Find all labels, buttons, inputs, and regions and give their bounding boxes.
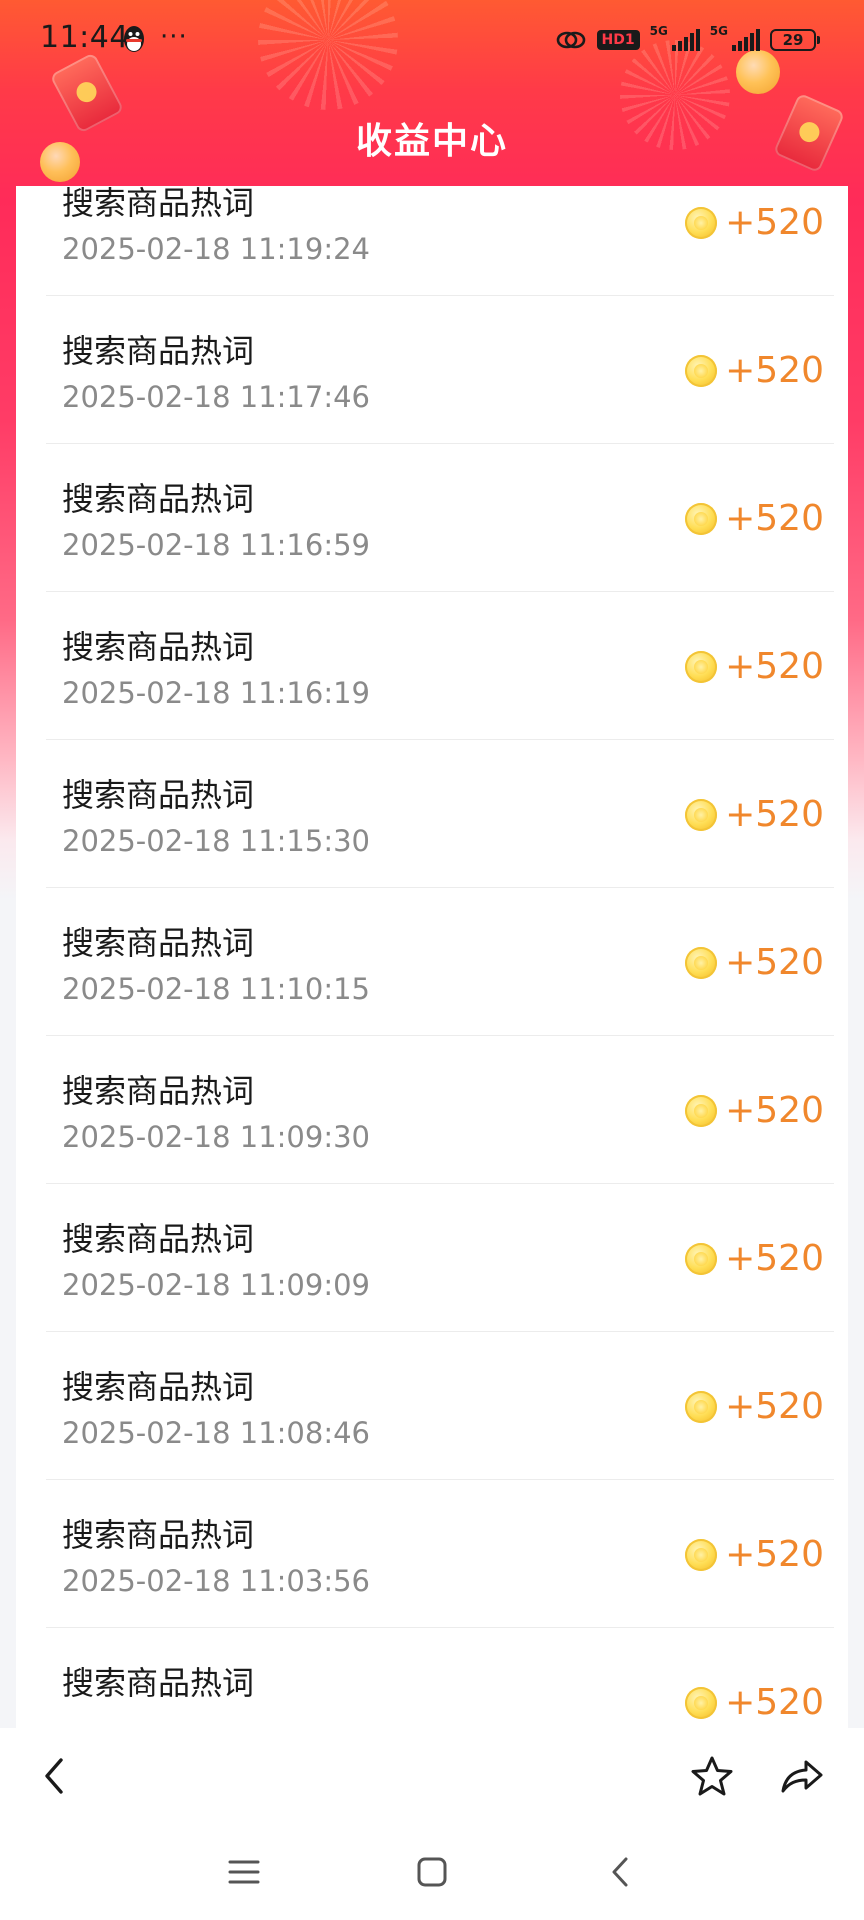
record-reward: +520 xyxy=(685,202,824,243)
system-navigation-bar xyxy=(0,1824,864,1920)
record-time: 2025-02-18 11:17:46 xyxy=(62,380,370,414)
reward-amount: +520 xyxy=(725,1386,824,1427)
coin-icon xyxy=(685,798,718,831)
list-item: 搜索商品热词 2025-02-18 11:09:09 +520 xyxy=(46,1184,834,1332)
coin-icon xyxy=(685,946,718,979)
status-indicators: HD1 5G 5G 29 xyxy=(555,24,820,56)
hd-badge: HD1 xyxy=(596,30,640,50)
signal-strength-icon xyxy=(671,29,700,51)
status-bar: 11:44 ··· HD1 5G 5G 29 xyxy=(0,0,864,80)
coin-icon xyxy=(685,206,718,239)
record-title: 搜索商品热词 xyxy=(62,1664,255,1702)
list-item: 搜索商品热词 2025-02-18 11:16:19 +520 xyxy=(46,592,834,740)
record-title: 搜索商品热词 xyxy=(62,776,255,814)
record-title: 搜索商品热词 xyxy=(62,480,255,518)
page-title: 收益中心 xyxy=(355,121,508,162)
reward-amount: +520 xyxy=(725,1682,824,1723)
record-reward: +520 xyxy=(685,1238,824,1279)
reward-amount: +520 xyxy=(725,794,824,835)
record-title: 搜索商品热词 xyxy=(62,1220,255,1258)
record-reward: +520 xyxy=(685,646,824,687)
network-type-label: 5G xyxy=(649,24,668,38)
recent-apps-button[interactable] xyxy=(216,1844,272,1900)
record-reward: +520 xyxy=(685,498,824,539)
coin-icon xyxy=(685,354,718,387)
list-item: 搜索商品热词 2025-02-18 11:03:56 +520 xyxy=(46,1480,834,1628)
star-icon xyxy=(691,1756,733,1796)
chevron-left-icon xyxy=(612,1857,628,1887)
reward-amount: +520 xyxy=(725,1534,824,1575)
list-item: 搜索商品热词 2025-02-18 11:15:30 +520 xyxy=(46,740,834,888)
record-time: 2025-02-18 11:10:15 xyxy=(62,972,370,1006)
record-reward: +520 xyxy=(685,794,824,835)
signal-strength-icon xyxy=(732,29,760,51)
reward-amount: +520 xyxy=(725,942,824,983)
list-item: 搜索商品热词 2025-02-18 11:08:46 +520 xyxy=(46,1332,834,1480)
coin-icon xyxy=(685,502,718,535)
record-time: 2025-02-18 11:09:09 xyxy=(62,1268,370,1302)
record-reward: +520 xyxy=(685,1090,824,1131)
square-home-icon xyxy=(417,1857,447,1887)
list-item: 搜索商品热词 2025-02-18 11:17:46 +520 xyxy=(46,296,834,444)
record-title: 搜索商品热词 xyxy=(62,332,255,370)
reward-amount: +520 xyxy=(725,350,824,391)
record-reward: +520 xyxy=(685,942,824,983)
record-title: 搜索商品热词 xyxy=(62,186,255,222)
list-item: 搜索商品热词 2025-02-18 11:19:24 +520 xyxy=(46,186,834,296)
record-reward: +520 xyxy=(685,1534,824,1575)
record-reward: +520 xyxy=(685,350,824,391)
reward-amount: +520 xyxy=(725,1238,824,1279)
battery-level: 29 xyxy=(782,31,804,49)
record-time: 2025-02-18 11:09:30 xyxy=(62,1120,370,1154)
record-title: 搜索商品热词 xyxy=(62,1516,255,1554)
back-button[interactable] xyxy=(26,1748,82,1804)
record-time: 2025-02-18 11:19:24 xyxy=(62,232,370,266)
record-time: 2025-02-18 11:16:19 xyxy=(62,676,370,710)
record-time: 2025-02-18 11:08:46 xyxy=(62,1416,370,1450)
record-time: 2025-02-18 11:15:30 xyxy=(62,824,370,858)
favorite-button[interactable] xyxy=(684,1748,740,1804)
list-item: 搜索商品热词 2025-02-18 11:09:30 +520 xyxy=(46,1036,834,1184)
reward-amount: +520 xyxy=(725,1090,824,1131)
coin-icon xyxy=(685,1094,718,1127)
chevron-left-icon xyxy=(45,1758,63,1794)
coin-icon xyxy=(685,1538,718,1571)
record-reward: +520 xyxy=(685,1682,824,1723)
coin-icon xyxy=(685,1242,718,1275)
browser-toolbar xyxy=(0,1728,864,1824)
record-time: 2025-02-18 11:03:56 xyxy=(62,1564,370,1598)
home-button[interactable] xyxy=(404,1844,460,1900)
record-title: 搜索商品热词 xyxy=(62,924,255,962)
record-title: 搜索商品热词 xyxy=(62,628,255,666)
record-reward: +520 xyxy=(685,1386,824,1427)
reward-amount: +520 xyxy=(725,202,824,243)
reward-amount: +520 xyxy=(725,646,824,687)
status-time: 11:44 xyxy=(40,20,129,55)
list-item: 搜索商品热词 +520 xyxy=(46,1628,834,1728)
list-item: 搜索商品热词 2025-02-18 11:16:59 +520 xyxy=(46,444,834,592)
earnings-list[interactable]: 搜索商品热词 2025-02-18 11:19:24 +520 搜索商品热词 2… xyxy=(16,186,848,1728)
coin-icon xyxy=(685,650,718,683)
menu-icon xyxy=(228,1860,260,1884)
link-icon xyxy=(556,31,585,49)
coin-icon xyxy=(685,1390,718,1423)
list-item: 搜索商品热词 2025-02-18 11:10:15 +520 xyxy=(46,888,834,1036)
share-icon xyxy=(781,1760,823,1793)
battery-icon: 29 xyxy=(770,29,820,51)
system-back-button[interactable] xyxy=(592,1844,648,1900)
qq-icon xyxy=(124,26,144,52)
more-notifications-icon: ··· xyxy=(160,22,188,52)
network-type-label: 5G xyxy=(709,24,728,38)
coin-icon xyxy=(685,1686,718,1719)
earnings-list-inner: 搜索商品热词 2025-02-18 11:19:24 +520 搜索商品热词 2… xyxy=(16,186,848,1728)
record-title: 搜索商品热词 xyxy=(62,1072,255,1110)
reward-amount: +520 xyxy=(725,498,824,539)
share-button[interactable] xyxy=(774,1748,830,1804)
record-title: 搜索商品热词 xyxy=(62,1368,255,1406)
record-time: 2025-02-18 11:16:59 xyxy=(62,528,370,562)
